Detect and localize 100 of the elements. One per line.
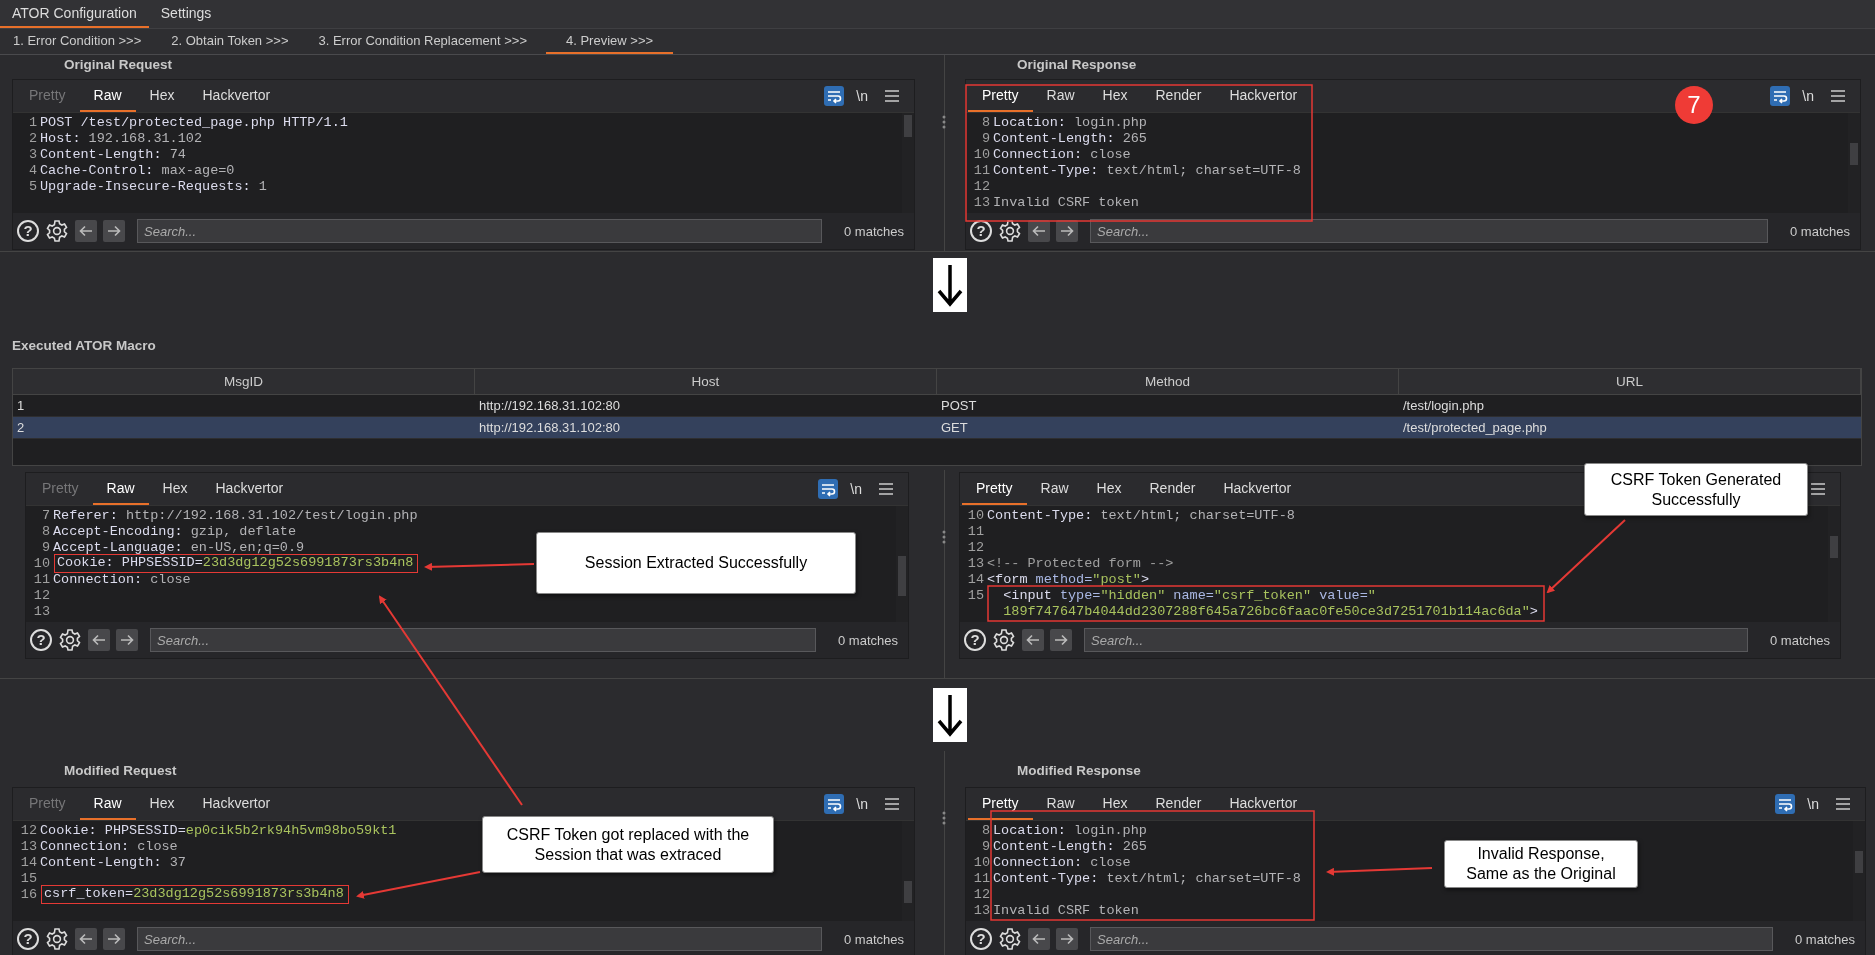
line-number: 12 [973,179,990,194]
settings-icon[interactable] [58,628,82,652]
tab[interactable]: Raw [1032,788,1089,820]
settings-icon[interactable] [45,219,69,243]
search-field[interactable]: Search... [150,628,816,652]
menu-icon[interactable] [1835,797,1851,811]
tab[interactable]: Hex [1088,788,1142,820]
wrap-icon[interactable] [818,479,839,499]
line-number: 3 [28,147,37,162]
code-line: <input type="hidden" name="csrf_token" value=" [1002,588,1376,604]
drag-handle-icon[interactable] [942,115,946,129]
step-tab[interactable]: 2. Obtain Token >>> [160,29,300,54]
settings-icon[interactable] [45,927,69,951]
line-number: 13 [967,556,984,571]
callout: Session Extracted Successfully [536,532,856,594]
column-header[interactable]: MsgID [13,369,475,395]
code-line: Invalid CSRF token [993,195,1139,211]
search-field[interactable]: Search... [1090,927,1773,951]
search-field[interactable]: Search... [1090,219,1768,243]
tab[interactable]: Hackvertor [188,80,285,112]
table-cell-text: GET [940,419,969,437]
step-tab[interactable]: 3. Error Condition Replacement >>> [307,29,538,54]
drag-handle-icon[interactable] [942,811,946,825]
line-number: 1 [28,115,37,130]
tab[interactable]: Hex [1082,473,1136,505]
table-cell-text: http://192.168.31.102:80 [478,397,621,415]
scrollbar-thumb[interactable] [904,881,912,903]
tab[interactable]: Hackvertor [1209,473,1306,505]
scrollbar-thumb[interactable] [1855,851,1863,873]
menu-icon[interactable] [1830,89,1846,103]
help-button[interactable]: ? [970,928,992,950]
column-header[interactable]: Host [475,369,937,395]
table-row[interactable]: 2 http://192.168.31.102:80 GET /test/protected_page.php [13,417,1861,439]
tab[interactable]: Hackvertor [201,473,298,505]
tab[interactable]: Hex [148,473,202,505]
wrap-icon[interactable] [824,86,845,106]
line-number: 14 [967,572,984,587]
menu-icon[interactable] [878,482,894,496]
settings-icon[interactable] [998,219,1022,243]
wrap-icon[interactable] [1775,794,1796,814]
column-header[interactable]: Method [937,369,1399,395]
help-button[interactable]: ? [30,629,52,651]
line-number: 2 [28,131,37,146]
scrollbar-thumb[interactable] [904,115,912,137]
menu-icon[interactable] [884,797,900,811]
help-button[interactable]: ? [970,220,992,242]
help-button[interactable]: ? [964,629,986,651]
line-number: 10 [973,147,990,162]
newline-button[interactable]: \n [856,80,868,112]
tab[interactable]: Hex [1088,80,1142,112]
code-line: <!-- Protected form --> [987,556,1174,572]
match-count: 0 matches [838,632,898,648]
tab[interactable]: Render [1135,473,1210,505]
step-tab[interactable]: 1. Error Condition >>> [2,29,153,54]
tab[interactable]: Hex [135,80,189,112]
code-line: Connection: close [40,839,178,855]
newline-button[interactable]: \n [850,473,862,505]
search-field[interactable]: Search... [137,219,822,243]
newline-button[interactable]: \n [1802,80,1814,112]
wrap-icon[interactable] [1770,86,1791,106]
scrollbar-thumb[interactable] [898,556,906,596]
help-button[interactable]: ? [17,220,39,242]
scrollbar-thumb[interactable] [1830,536,1838,558]
tab[interactable]: Render [1141,788,1216,820]
column-header[interactable]: URL [1399,369,1861,395]
settings-icon[interactable] [998,927,1022,951]
match-count: 0 matches [844,931,904,947]
line-number: 5 [28,179,37,194]
tab[interactable]: Raw [1032,80,1089,112]
line-number: 11 [973,871,990,886]
drag-handle-icon[interactable] [942,530,946,544]
tab[interactable]: Hackvertor [1215,788,1312,820]
step-tab[interactable]: 4. Preview >>> [546,29,674,54]
line-number: 13 [973,903,990,918]
newline-button[interactable]: \n [856,788,868,820]
help-button[interactable]: ? [17,928,39,950]
line-number: 9 [981,839,990,854]
line-number: 8 [981,115,990,130]
search-field[interactable]: Search... [1084,628,1748,652]
code-line: Invalid CSRF token [993,903,1139,919]
tab[interactable]: Hackvertor [188,788,285,820]
settings-icon[interactable] [992,628,1016,652]
tab[interactable]: Render [1141,80,1216,112]
code-line: Content-Type: text/html; charset=UTF-8 [987,508,1295,524]
menu-icon[interactable] [1810,482,1826,496]
code-line: Content-Length: 74 [40,147,186,163]
tab[interactable]: Settings [148,0,224,28]
line-number: 9 [41,540,50,555]
wrap-icon[interactable] [824,794,845,814]
menu-icon[interactable] [884,89,900,103]
newline-button[interactable]: \n [1807,788,1819,820]
tab[interactable]: Hackvertor [1215,80,1312,112]
code-line: Connection: close [993,855,1131,871]
callout: Invalid Response, Same as the Original [1444,840,1638,888]
tab[interactable]: Raw [1026,473,1083,505]
search-field[interactable]: Search... [137,927,822,951]
line-number: 10 [967,508,984,523]
scrollbar-thumb[interactable] [1850,143,1858,165]
tab[interactable]: Hex [135,788,189,820]
code-line: Content-Type: text/html; charset=UTF-8 [993,163,1301,179]
